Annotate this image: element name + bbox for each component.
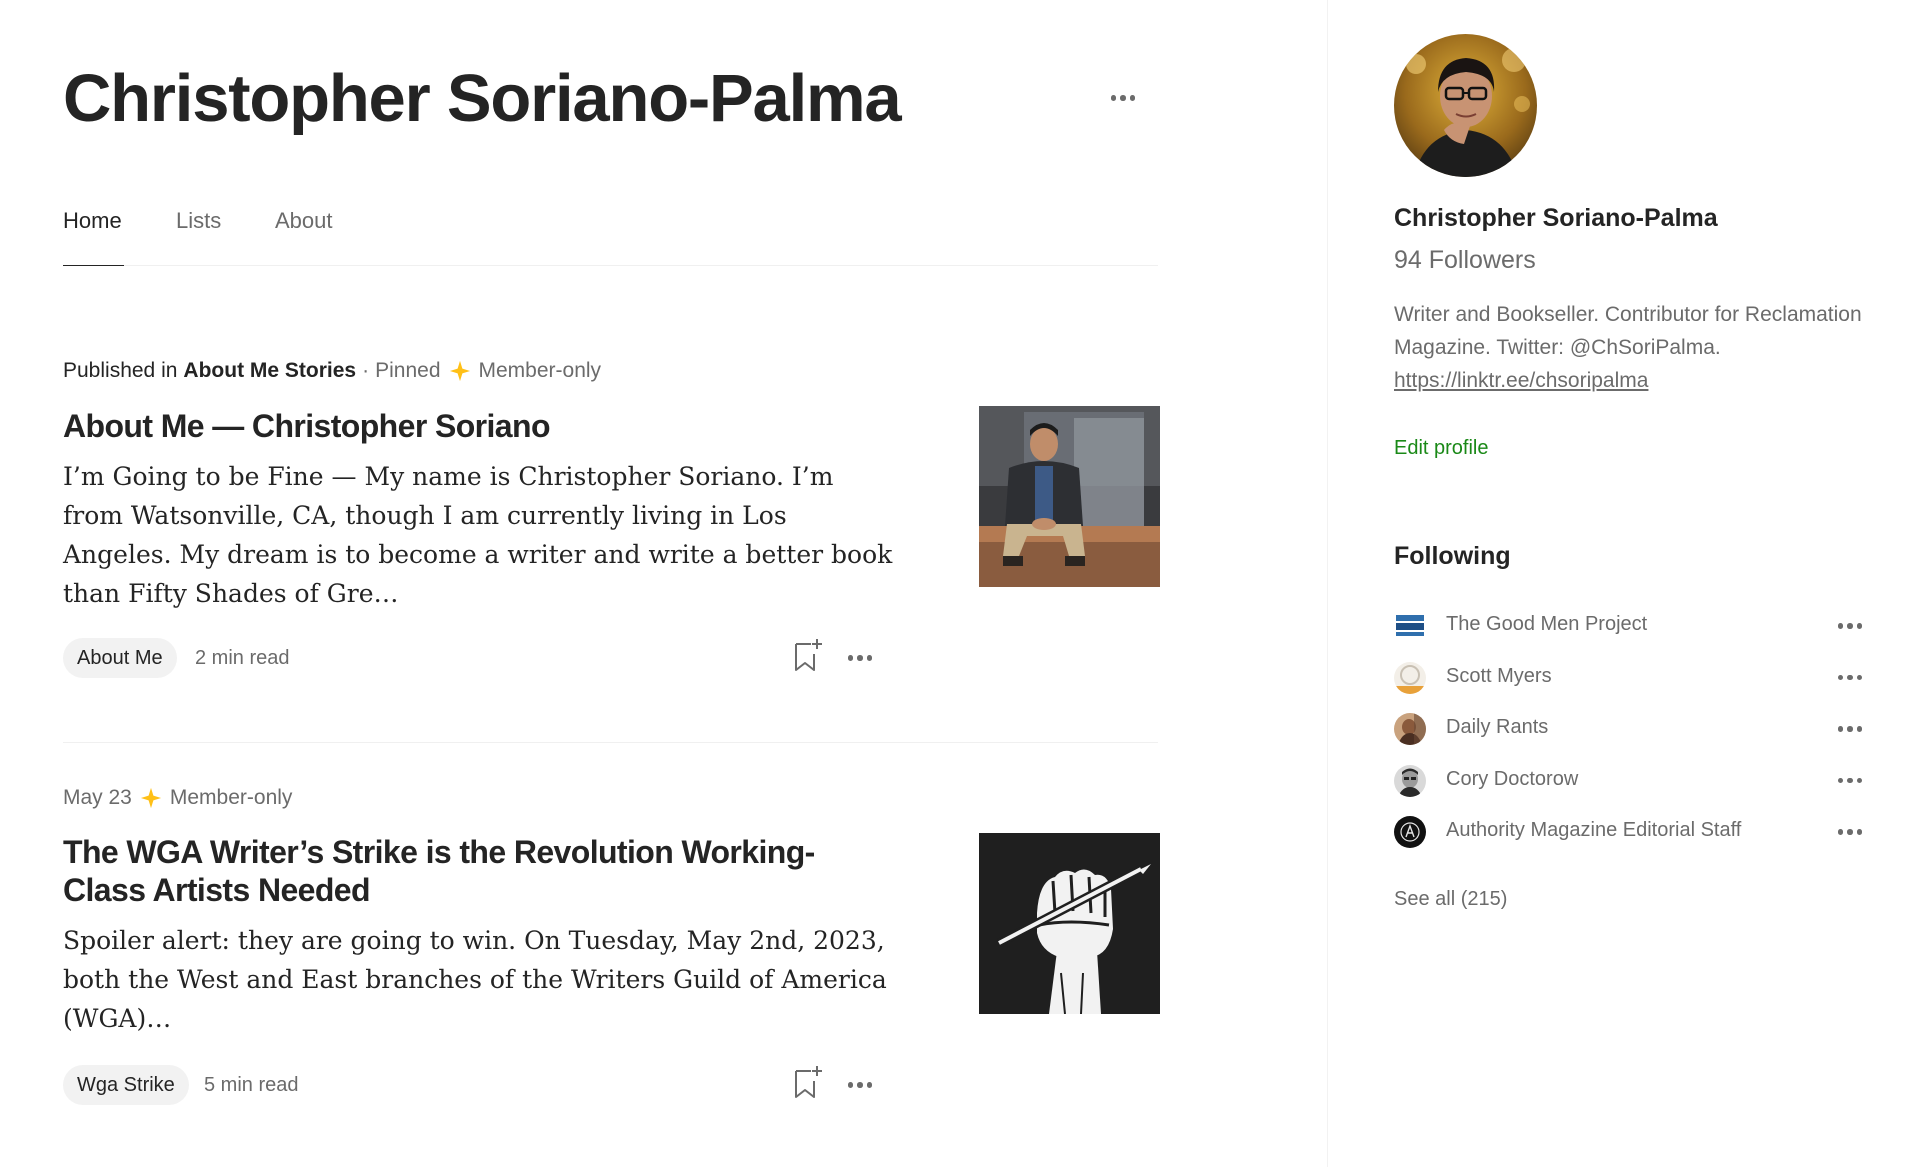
meta-separator: · (362, 359, 370, 382)
active-tab-indicator (63, 265, 124, 266)
list-item: The Good Men Project (1394, 610, 1874, 662)
article-card: May 23 Member-only The WGA Writer’s Stri… (63, 783, 1160, 1105)
following-name[interactable]: Authority Magazine Editorial Staff (1446, 819, 1741, 842)
article-excerpt[interactable]: Spoiler alert: they are going to win. On… (63, 921, 893, 1038)
tab-home[interactable]: Home (63, 208, 122, 234)
read-time: 2 min read (195, 647, 290, 669)
article-divider (63, 742, 1158, 743)
profile-photo (1394, 34, 1537, 177)
topic-tag[interactable]: About Me (63, 638, 177, 678)
scott-myers-icon[interactable] (1394, 661, 1426, 694)
authority-magazine-icon[interactable] (1394, 816, 1426, 848)
bookmark-plus-icon (795, 639, 822, 671)
more-horizontal-icon (1837, 726, 1863, 732)
list-item: Daily Rants (1394, 713, 1874, 765)
tab-lists[interactable]: Lists (176, 208, 221, 234)
article-title[interactable]: About Me — Christopher Soriano (63, 407, 883, 445)
published-in-label: Published in (63, 359, 178, 382)
bookmark-add-button[interactable] (790, 636, 826, 676)
list-item: Scott Myers (1394, 661, 1874, 714)
followers-count[interactable]: 94 Followers (1394, 246, 1536, 275)
avatar[interactable] (1394, 34, 1537, 177)
article-meta: May 23 Member-only (63, 783, 1158, 813)
following-heading: Following (1394, 542, 1511, 570)
more-horizontal-icon (847, 655, 873, 661)
bookmark-add-button[interactable] (790, 1063, 826, 1103)
following-name[interactable]: Daily Rants (1446, 716, 1548, 739)
following-more-button[interactable] (1830, 718, 1870, 740)
good-men-project-icon[interactable] (1394, 610, 1426, 642)
article-date: May 23 (63, 786, 132, 809)
list-item: Authority Magazine Editorial Staff (1394, 816, 1874, 868)
cory-doctorow-icon[interactable] (1394, 764, 1426, 797)
following-more-button[interactable] (1830, 770, 1870, 792)
article-thumbnail[interactable] (979, 406, 1160, 587)
see-all-following-link[interactable]: See all (215) (1394, 888, 1507, 911)
article-more-button[interactable] (842, 646, 878, 670)
member-only-label: Member-only (478, 359, 602, 382)
more-horizontal-icon (1110, 95, 1136, 101)
member-only-label: Member-only (169, 786, 293, 809)
article-thumbnail[interactable] (979, 833, 1160, 1014)
article-footer: Wga Strike 5 min read (63, 1065, 883, 1107)
bio-link[interactable]: https://linktr.ee/chsoripalma (1394, 369, 1648, 392)
topic-tag[interactable]: Wga Strike (63, 1065, 189, 1105)
more-horizontal-icon (1837, 674, 1863, 681)
article-excerpt[interactable]: I’m Going to be Fine — My name is Christ… (63, 457, 893, 613)
following-name[interactable]: Cory Doctorow (1446, 768, 1578, 791)
article-title[interactable]: The WGA Writer’s Strike is the Revolutio… (63, 833, 863, 909)
profile-sidebar: Christopher Soriano-Palma 94 Followers W… (1327, 0, 1916, 1167)
following-list: The Good Men Project Scott Myers Daily R… (1394, 610, 1874, 868)
tab-about[interactable]: About (275, 208, 333, 234)
article-meta: Published in About Me Stories · Pinned M… (63, 356, 1158, 386)
more-horizontal-icon (1837, 623, 1863, 629)
following-more-button[interactable] (1830, 667, 1870, 689)
article-card: Published in About Me Stories · Pinned M… (63, 356, 1160, 678)
read-time: 5 min read (204, 1074, 299, 1096)
more-horizontal-icon (1837, 777, 1863, 784)
profile-header: Christopher Soriano-Palma (63, 58, 1158, 148)
article-footer: About Me 2 min read (63, 638, 883, 680)
daily-rants-icon[interactable] (1394, 713, 1426, 745)
profile-more-button[interactable] (1103, 83, 1143, 113)
more-horizontal-icon (847, 1082, 873, 1088)
following-name[interactable]: Scott Myers (1446, 665, 1552, 688)
pinned-label: Pinned (375, 359, 441, 382)
member-star-icon (449, 360, 470, 382)
profile-page: Christopher Soriano-Palma Home Lists Abo… (0, 0, 1916, 1167)
member-star-icon (140, 787, 161, 809)
list-item: Cory Doctorow (1394, 764, 1874, 817)
bookmark-plus-icon (795, 1066, 822, 1098)
more-horizontal-icon (1837, 829, 1863, 835)
edit-profile-link[interactable]: Edit profile (1394, 437, 1489, 460)
sidebar-author-name[interactable]: Christopher Soriano-Palma (1394, 204, 1718, 233)
page-title: Christopher Soriano-Palma (63, 61, 902, 136)
following-name[interactable]: The Good Men Project (1446, 613, 1647, 636)
photo-person-seated (979, 406, 1160, 587)
author-bio: Writer and Bookseller. Contributor for R… (1394, 298, 1894, 397)
article-more-button[interactable] (842, 1073, 878, 1097)
fist-holding-pen-illustration (979, 833, 1160, 1014)
following-more-button[interactable] (1830, 615, 1870, 637)
publication-link[interactable]: About Me Stories (183, 359, 356, 383)
profile-tabs: Home Lists About (63, 200, 1158, 266)
bio-text: Writer and Bookseller. Contributor for R… (1394, 303, 1862, 359)
following-more-button[interactable] (1830, 821, 1870, 843)
